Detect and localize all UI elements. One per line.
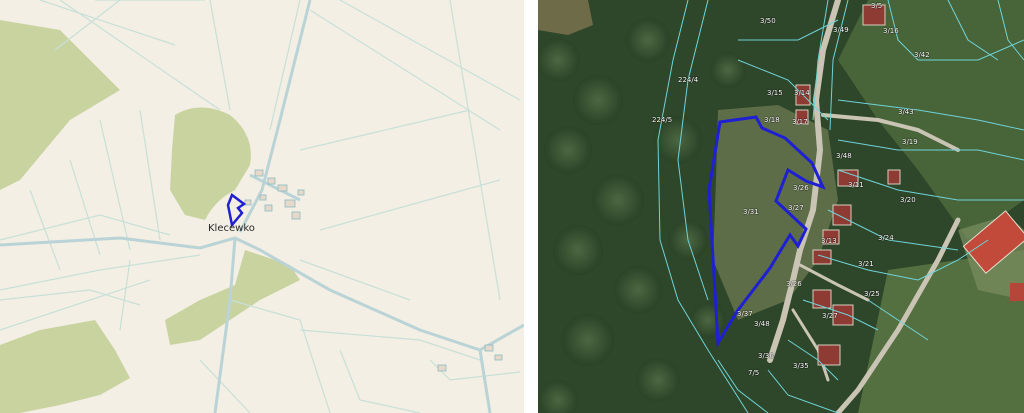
plot-label: 3/43 bbox=[898, 108, 914, 116]
plot-label: 3/37 bbox=[737, 310, 753, 318]
village-label: Klecewko bbox=[208, 223, 255, 234]
plot-label: 3/42 bbox=[914, 51, 930, 59]
plot-label: 3/50 bbox=[760, 17, 776, 25]
plot-label: 3/17 bbox=[792, 118, 808, 126]
plot-label: 224/5 bbox=[652, 116, 673, 124]
plot-label: 3/27 bbox=[822, 312, 838, 320]
plot-label: 3/16 bbox=[883, 27, 899, 35]
plot-label: 3/36 bbox=[758, 352, 774, 360]
plot-label: 224/4 bbox=[678, 76, 699, 84]
plot-label: 3/21 bbox=[858, 260, 874, 268]
plot-label: 3/25 bbox=[864, 290, 880, 298]
plot-label: 3/26 bbox=[793, 184, 809, 192]
topographic-map-canvas bbox=[0, 0, 524, 413]
plot-label: 3/5 bbox=[871, 2, 883, 10]
plot-label: 3/35 bbox=[793, 362, 809, 370]
plot-label: 3/19 bbox=[902, 138, 918, 146]
plot-label: 3/13 bbox=[821, 237, 837, 245]
panel-divider bbox=[524, 0, 538, 413]
orthophoto-map[interactable]: 3/50 3/49 3/5 3/16 3/42 224/4 3/15 3/14 … bbox=[538, 0, 1024, 413]
plot-label: 3/27 bbox=[788, 204, 804, 212]
plot-label: 3/15 bbox=[767, 89, 783, 97]
plot-label: 3/18 bbox=[764, 116, 780, 124]
plot-label: 3/11 bbox=[848, 181, 864, 189]
plot-label: 3/24 bbox=[878, 234, 894, 242]
plot-label: 3/14 bbox=[794, 89, 810, 97]
plot-label: 3/26 bbox=[786, 280, 802, 288]
plot-label: 3/48 bbox=[754, 320, 770, 328]
plot-label: 7/5 bbox=[748, 369, 760, 377]
topographic-map[interactable]: Klecewko bbox=[0, 0, 524, 413]
plot-label: 3/49 bbox=[833, 26, 849, 34]
plot-label: 3/48 bbox=[836, 152, 852, 160]
plot-label: 3/31 bbox=[743, 208, 759, 216]
orthophoto-canvas bbox=[538, 0, 1024, 413]
plot-label: 3/20 bbox=[900, 196, 916, 204]
